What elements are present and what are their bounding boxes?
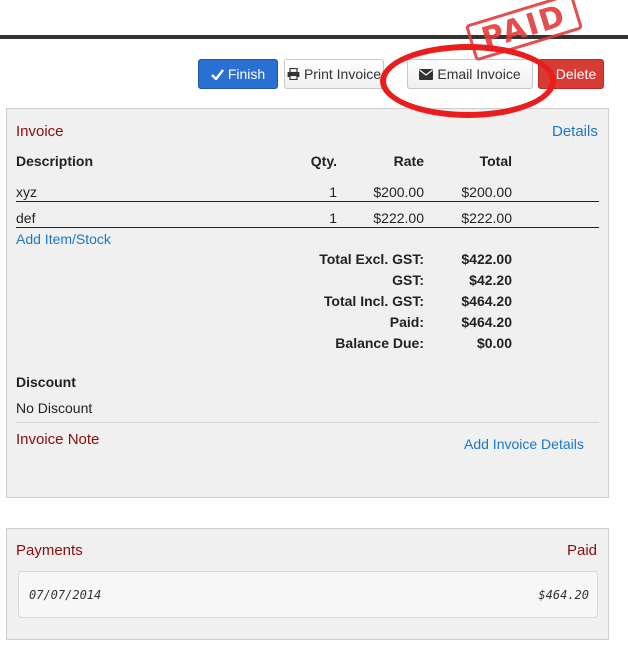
payment-date: 07/07/2014 [29,588,102,602]
column-header-rate: Rate [393,153,424,169]
printer-icon [287,68,300,80]
print-invoice-button[interactable]: Print Invoice [284,59,384,89]
invoice-note-heading: Invoice Note [16,431,100,448]
summary-label-total-incl-gst: Total Incl. GST: [323,293,424,309]
row-divider [16,201,599,202]
table-row-description: xyz [16,184,37,200]
table-row-qty: 1 [329,184,337,200]
email-invoice-label: Email Invoice [437,66,521,82]
column-header-qty: Qty. [310,153,337,169]
payment-entry: 07/07/2014 $464.20 [18,571,598,618]
discount-heading: Discount [16,374,76,390]
summary-value-gst: $42.20 [469,272,512,288]
delete-label: Delete [555,66,597,82]
table-row-total: $222.00 [461,210,512,226]
summary-label-gst: GST: [392,272,424,288]
table-row-rate: $200.00 [373,184,424,200]
summary-value-balance-due: $0.00 [476,335,512,351]
table-row-total: $200.00 [461,184,512,200]
add-invoice-details-link[interactable]: Add Invoice Details [464,436,584,452]
paid-stamp-text: PAID [477,0,571,57]
delete-button[interactable]: Delete [538,59,604,89]
discount-value: No Discount [16,400,93,416]
email-invoice-button[interactable]: Email Invoice [407,59,533,89]
payments-panel: Payments Paid 07/07/2014 $464.20 [6,528,609,640]
column-header-description: Description [16,153,94,169]
table-row-description: def [16,210,36,226]
table-row-qty: 1 [329,210,337,226]
checkmark-icon [210,68,224,80]
summary-value-total-incl-gst: $464.20 [461,293,512,309]
summary-value-total-excl-gst: $422.00 [461,251,512,267]
section-divider [16,422,599,423]
column-header-total: Total [479,153,512,169]
summary-value-paid: $464.20 [461,314,512,330]
invoice-panel: Invoice Details Description Qty. Rate To… [6,108,609,498]
payment-status: Paid [567,542,598,559]
paid-stamp: PAID [464,0,584,62]
summary-label-balance-due: Balance Due: [335,335,424,351]
payment-amount: $464.20 [538,588,589,602]
summary-label-paid: Paid: [389,314,424,330]
add-item-link[interactable]: Add Item/Stock [16,231,111,247]
summary-label-total-excl-gst: Total Excl. GST: [319,251,424,267]
details-link[interactable]: Details [552,123,598,140]
finish-button[interactable]: Finish [198,59,278,89]
print-invoice-label: Print Invoice [303,66,382,82]
table-row-rate: $222.00 [373,210,424,226]
row-divider [16,227,599,228]
payments-heading: Payments [16,542,83,559]
finish-label: Finish [227,66,266,82]
invoice-heading: Invoice [16,123,64,140]
envelope-icon [419,68,434,80]
